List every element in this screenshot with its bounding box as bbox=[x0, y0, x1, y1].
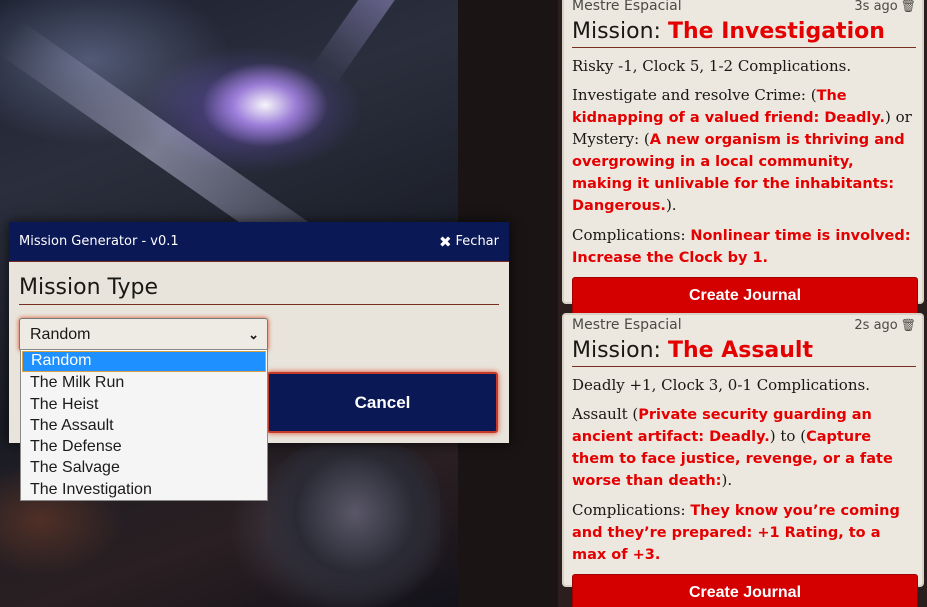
option-random[interactable]: Random bbox=[22, 351, 266, 373]
description-text: ). bbox=[665, 196, 677, 214]
option-defense[interactable]: The Defense bbox=[21, 436, 267, 458]
mission-prefix: Mission: bbox=[572, 338, 661, 363]
close-icon: ✖ bbox=[438, 232, 452, 251]
mission-name: The Investigation bbox=[667, 19, 885, 44]
mission-name: The Assault bbox=[667, 338, 813, 363]
mission-complications: Complications: Nonlinear time is involve… bbox=[572, 225, 916, 269]
dialog-body: Mission Type Random ⌄ bbox=[9, 262, 509, 351]
message-header: Mestre Espacial 2s ago 🗑 bbox=[572, 315, 916, 335]
mission-type-select[interactable]: Random ⌄ bbox=[19, 318, 268, 351]
description-text: Assault ( bbox=[572, 405, 639, 423]
chat-message: Mestre Espacial 2s ago 🗑 Mission: The As… bbox=[562, 313, 924, 607]
option-investigation[interactable]: The Investigation bbox=[21, 478, 267, 501]
dialog-header[interactable]: Mission Generator - v0.1 ✖ Fechar bbox=[9, 222, 509, 262]
chevron-down-icon: ⌄ bbox=[248, 326, 259, 342]
message-meta: 2s ago 🗑 bbox=[854, 318, 916, 333]
message-meta: 3s ago 🗑 bbox=[854, 0, 916, 14]
mission-description: Investigate and resolve Crime: (The kidn… bbox=[572, 85, 916, 217]
message-timestamp: 3s ago bbox=[854, 0, 898, 14]
mission-type-options: Random The Milk Run The Heist The Assaul… bbox=[20, 349, 268, 501]
complications-label: Complications: bbox=[572, 226, 691, 244]
dialog-title: Mission Generator - v0.1 bbox=[19, 234, 179, 249]
mission-type-label: Mission Type bbox=[19, 274, 499, 305]
create-journal-button[interactable]: Create Journal bbox=[572, 574, 918, 607]
message-header: Mestre Espacial 3s ago 🗑 bbox=[572, 0, 916, 16]
mission-prefix: Mission: bbox=[572, 19, 661, 44]
trash-icon[interactable]: 🗑 bbox=[901, 0, 916, 13]
message-timestamp: 2s ago bbox=[854, 317, 898, 333]
mission-title: Mission: The Assault bbox=[572, 337, 916, 367]
option-assault[interactable]: The Assault bbox=[21, 414, 267, 437]
option-heist[interactable]: The Heist bbox=[21, 393, 267, 415]
description-text: ) to ( bbox=[769, 427, 807, 445]
cancel-button[interactable]: Cancel bbox=[267, 372, 498, 433]
option-milk-run[interactable]: The Milk Run bbox=[21, 372, 267, 394]
mission-complications: Complications: They know you’re coming a… bbox=[572, 500, 916, 566]
create-journal-button[interactable]: Create Journal bbox=[572, 277, 918, 315]
description-text: Investigate and resolve Crime: ( bbox=[572, 86, 817, 104]
message-sender: Mestre Espacial bbox=[572, 317, 682, 333]
description-text: ). bbox=[721, 471, 733, 489]
option-salvage[interactable]: The Salvage bbox=[21, 457, 267, 479]
mission-stats: Deadly +1, Clock 3, 0-1 Complications. bbox=[572, 376, 870, 394]
mission-description: Assault (Private security guarding an an… bbox=[572, 404, 916, 492]
art-light-streak-2 bbox=[310, 0, 450, 86]
close-label: Fechar bbox=[455, 234, 499, 249]
trash-icon[interactable]: 🗑 bbox=[901, 318, 916, 332]
complications-label: Complications: bbox=[572, 501, 691, 519]
chat-message: Mestre Espacial 3s ago 🗑 Mission: The In… bbox=[562, 0, 924, 315]
mission-stats: Risky -1, Clock 5, 1-2 Complications. bbox=[572, 57, 852, 75]
message-sender: Mestre Espacial bbox=[572, 0, 682, 14]
mission-title: Mission: The Investigation bbox=[572, 18, 916, 48]
art-mech-silhouette bbox=[270, 445, 440, 607]
close-button[interactable]: ✖ Fechar bbox=[439, 233, 499, 251]
select-value: Random bbox=[30, 325, 91, 343]
